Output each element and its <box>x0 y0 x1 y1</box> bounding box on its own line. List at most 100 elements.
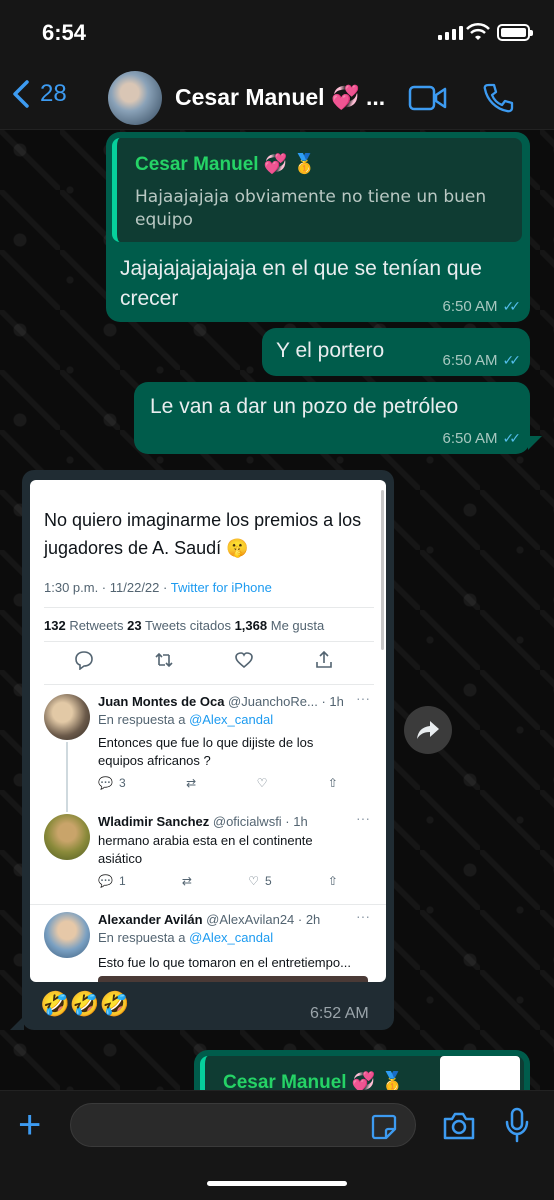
cellular-signal-icon <box>438 26 463 40</box>
divider <box>30 904 386 905</box>
reply-count: 1 <box>118 874 126 888</box>
quoted-message[interactable]: Cesar Manuel 💞 🥇 <box>200 1056 524 1090</box>
message-composer: + <box>0 1090 554 1200</box>
quoted-message[interactable]: Cesar Manuel 💞 🥇 Hajaajajaja obviamente … <box>112 138 522 242</box>
home-indicator <box>207 1181 347 1186</box>
tweet-actions <box>44 650 364 670</box>
like-count: 1,368 <box>234 618 268 633</box>
more-icon: ··· <box>356 690 370 706</box>
like-icon: ♡ <box>256 776 268 790</box>
tweet-source: Twitter for iPhone <box>170 580 272 595</box>
message-time: 6:50 AM <box>442 352 498 369</box>
microphone-icon[interactable] <box>504 1107 530 1143</box>
wifi-icon <box>466 22 490 40</box>
bubble-tail <box>10 1016 24 1030</box>
tweet-screenshot-image[interactable]: No quiero imaginarme los premios a los j… <box>30 480 386 982</box>
scrollbar <box>381 490 384 650</box>
message-caption: 🤣🤣🤣 <box>40 991 130 1018</box>
status-time: 6:54 <box>42 20 87 45</box>
tweet-reply: Wladimir Sanchez @oficialwsfi · 1h ··· h… <box>44 810 374 904</box>
tweet-stats: 132 Retweets 23 Tweets citados 1,368 Me … <box>44 618 324 633</box>
retweet-icon <box>155 652 173 668</box>
tweet-text: No quiero imaginarme los premios a los j… <box>44 510 362 558</box>
message-time: 6:50 AM <box>442 298 498 315</box>
likes-label: Me gusta <box>267 618 325 633</box>
reply-text: Esto fue lo que tomaron en el entretiemp… <box>98 955 351 970</box>
reply-header: Alexander Avilán @AlexAvilan24 · 2h <box>98 912 320 927</box>
retweet-icon: ⇄ <box>186 776 197 790</box>
chat-header: 28 Cesar Manuel 💞 ... <box>0 62 554 130</box>
retweet-count: 132 <box>44 618 66 633</box>
share-icon: ⇧ <box>327 776 338 790</box>
message-text: Y el portero <box>276 339 385 362</box>
divider <box>44 684 374 685</box>
outgoing-message-bubble[interactable]: Y el portero 6:50 AM ✓✓ <box>262 328 530 376</box>
divider <box>44 607 374 608</box>
reply-actions: 💬 3 ⇄ ♡ ⇧ <box>98 776 338 790</box>
reply-icon: 💬 1 <box>98 874 126 888</box>
message-meta: 6:50 AM ✓✓ <box>442 430 521 447</box>
retweet-icon: ⇄ <box>181 874 192 888</box>
bubble-tail <box>528 436 542 450</box>
reply-handle: @JuanchoRe... · 1h <box>228 694 344 709</box>
read-ticks-icon: ✓✓ <box>502 298 522 314</box>
tweet-reply: Alexander Avilán @AlexAvilan24 · 2h ··· … <box>44 908 374 982</box>
reply-text: hermano arabia esta en el continente asi… <box>98 833 313 866</box>
message-meta: 6:52 AM <box>310 1005 369 1023</box>
reply-to-label: En respuesta a <box>98 930 190 945</box>
tweet-media-preview <box>98 976 368 982</box>
forward-button[interactable] <box>404 706 452 754</box>
battery-icon <box>497 24 533 41</box>
reply-header: Juan Montes de Oca @JuanchoRe... · 1h <box>98 694 344 709</box>
tweet-reply: Juan Montes de Oca @JuanchoRe... · 1h ··… <box>44 690 374 804</box>
sticker-icon[interactable] <box>370 1113 398 1141</box>
reply-to-label: En respuesta a <box>98 712 190 727</box>
reply-icon: 💬 3 <box>98 776 126 790</box>
attach-plus-icon[interactable]: + <box>18 1105 41 1145</box>
quote-author: Cesar Manuel 💞 🥇 <box>135 154 317 175</box>
quotes-label: Tweets citados <box>141 618 235 633</box>
outgoing-message-bubble[interactable]: Cesar Manuel 💞 🥇 Hajaajajaja obviamente … <box>106 132 530 322</box>
tweet-date: 1:30 p.m. · 11/22/22 · <box>44 580 171 595</box>
reply-handle: @oficialwsfi · 1h <box>212 814 308 829</box>
outgoing-message-bubble[interactable]: Cesar Manuel 💞 🥇 <box>194 1050 530 1090</box>
thread-line <box>66 742 68 812</box>
camera-icon[interactable] <box>442 1111 476 1141</box>
contact-avatar[interactable] <box>108 71 162 125</box>
more-icon: ··· <box>356 908 370 924</box>
back-button[interactable]: 28 <box>12 80 67 108</box>
unread-count: 28 <box>40 80 67 107</box>
quote-author: Cesar Manuel 💞 🥇 <box>223 1072 405 1090</box>
reply-to: En respuesta a @Alex_candal <box>98 712 273 727</box>
reply-text: Entonces que fue lo que dijiste de los e… <box>98 735 314 768</box>
video-call-icon[interactable] <box>408 84 448 112</box>
avatar <box>44 814 90 860</box>
like-count: 5 <box>264 874 272 888</box>
forward-icon <box>417 721 439 739</box>
message-input[interactable] <box>70 1103 416 1147</box>
avatar <box>44 912 90 958</box>
share-icon <box>316 650 332 668</box>
reply-to-handle: @Alex_candal <box>189 712 274 727</box>
chevron-left-icon <box>13 80 29 108</box>
message-meta: 6:50 AM ✓✓ <box>442 352 521 369</box>
status-bar: 6:54 <box>0 0 554 62</box>
tweet-meta: 1:30 p.m. · 11/22/22 · Twitter for iPhon… <box>44 580 272 595</box>
retweets-label: Retweets <box>65 618 128 633</box>
avatar <box>44 694 90 740</box>
reply-handle: @AlexAvilan24 · 2h <box>206 912 321 927</box>
reply-header: Wladimir Sanchez @oficialwsfi · 1h <box>98 814 308 829</box>
message-text: Le van a dar un pozo de petróleo <box>150 395 459 418</box>
reply-to-handle: @Alex_candal <box>189 930 274 945</box>
phone-icon[interactable] <box>482 82 514 114</box>
outgoing-message-bubble[interactable]: Le van a dar un pozo de petróleo 6:50 AM… <box>134 382 530 454</box>
quote-thumbnail <box>440 1056 520 1090</box>
message-time: 6:52 AM <box>310 1005 369 1022</box>
share-icon: ⇧ <box>327 874 338 888</box>
contact-name[interactable]: Cesar Manuel 💞 ... <box>175 84 385 111</box>
reply-author: Alexander Avilán <box>98 912 203 927</box>
like-icon <box>235 652 253 669</box>
reply-author: Juan Montes de Oca <box>98 694 225 709</box>
message-time: 6:50 AM <box>442 430 498 447</box>
reply-author: Wladimir Sanchez <box>98 814 210 829</box>
